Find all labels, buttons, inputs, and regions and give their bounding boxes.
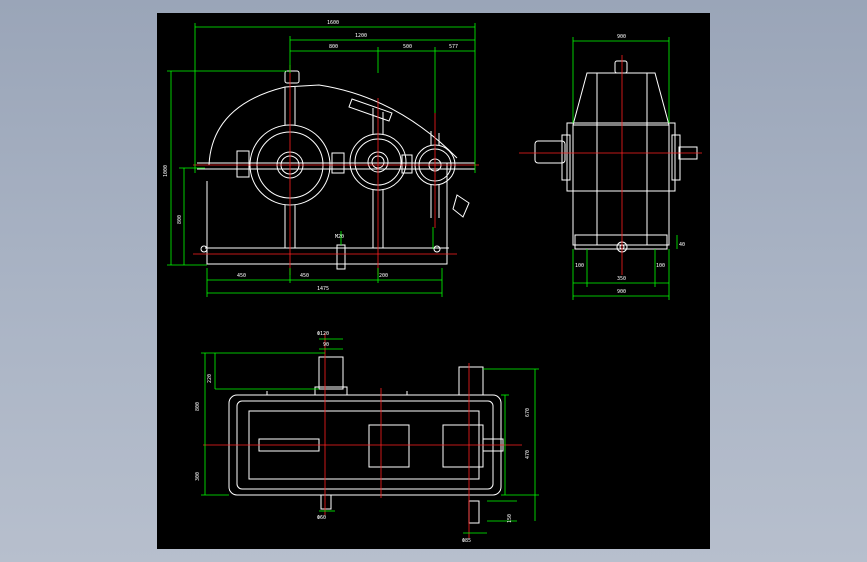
dim-height-center: 800 (177, 215, 183, 224)
front-view-centerlines (193, 65, 479, 275)
dim-bolt: M20 (335, 234, 344, 240)
dim-foot-height: 40 (679, 242, 685, 248)
side-view-dimensions (572, 37, 678, 300)
dim-height-total: 1000 (163, 165, 169, 177)
dim-seg3: 577 (449, 44, 458, 50)
top-view-labels: Ф120 90 220 800 300 670 470 Ф60 150 Ф85 (195, 331, 531, 544)
dim-right-lower: 470 (525, 450, 531, 459)
dim-shaft-top: Ф120 (317, 331, 329, 337)
front-view-dimensions (167, 23, 476, 297)
top-view-outline (228, 356, 504, 524)
dim-span: 1200 (355, 33, 367, 39)
gearbox-drawing: 1600 1200 800 500 577 1000 800 450 450 2… (163, 20, 702, 544)
dim-side-base-inner: 350 (617, 276, 626, 282)
top-view-dimensions (201, 338, 539, 534)
dim-base1: 450 (237, 273, 246, 279)
dim-base2: 450 (300, 273, 309, 279)
top-view-centerlines (203, 333, 522, 538)
dim-seg1: 800 (329, 44, 338, 50)
dim-left-top: 220 (207, 374, 213, 383)
dim-base-total: 1475 (317, 286, 329, 292)
top-view: Ф120 90 220 800 300 670 470 Ф60 150 Ф85 (195, 331, 539, 544)
dim-right-shaft: 150 (507, 514, 513, 523)
dim-side-top: 900 (617, 34, 626, 40)
dim-right-upper: 670 (525, 408, 531, 417)
dim-bottom-shaft: Ф60 (317, 515, 326, 521)
dim-bottom-right: Ф85 (462, 538, 471, 544)
dim-left-lower: 300 (195, 472, 201, 481)
side-view-outline (534, 60, 698, 253)
dim-total-width: 1600 (327, 20, 339, 26)
dim-left-foot: 100 (575, 263, 584, 269)
dim-left-full: 800 (195, 402, 201, 411)
dim-base3: 200 (379, 273, 388, 279)
dim-side-base-total: 900 (617, 289, 626, 295)
dim-right-foot: 100 (656, 263, 665, 269)
dim-shaft-key: 90 (323, 342, 329, 348)
dim-seg2: 500 (403, 44, 412, 50)
side-view: 900 100 100 350 900 40 (519, 34, 702, 300)
cad-canvas[interactable]: 1600 1200 800 500 577 1000 800 450 450 2… (157, 13, 710, 549)
front-view: 1600 1200 800 500 577 1000 800 450 450 2… (163, 20, 479, 297)
